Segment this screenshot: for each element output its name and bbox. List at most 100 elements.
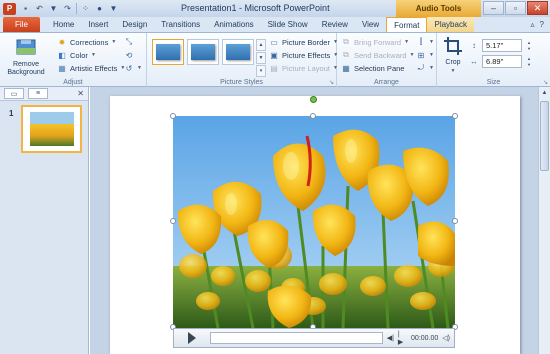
group-icon: ⊞ bbox=[417, 50, 425, 60]
bring-forward-button[interactable]: ⧉ Bring Forward ▼ bbox=[341, 37, 409, 47]
quick-access-toolbar: ▪ ↶ ▼ ↷ ⁘ ● ▼ bbox=[20, 3, 119, 14]
change-picture-button[interactable]: ⟲ bbox=[124, 50, 134, 60]
picture-style-3[interactable] bbox=[222, 39, 254, 65]
slide-thumbnail[interactable] bbox=[21, 105, 82, 153]
tab-slide-show[interactable]: Slide Show bbox=[261, 17, 315, 32]
send-backward-icon: ⧉ bbox=[343, 50, 349, 59]
picture-style-1[interactable] bbox=[152, 39, 184, 65]
help-icon[interactable]: ? bbox=[540, 20, 544, 29]
height-input[interactable]: 5.17" bbox=[482, 39, 522, 52]
outline-tab-icon[interactable]: ≡ bbox=[28, 88, 48, 99]
media-time: 00:00.00 bbox=[411, 334, 439, 342]
skip-forward-icon[interactable]: |▶ bbox=[398, 331, 405, 346]
group-arrange: ⧉ Bring Forward ▼ ⧉ Send Backward ▼ ▦ Se… bbox=[337, 33, 437, 87]
tab-animations[interactable]: Animations bbox=[207, 17, 261, 32]
undo-dropdown-icon[interactable]: ▼ bbox=[48, 3, 59, 14]
seek-bar[interactable] bbox=[210, 332, 383, 344]
resize-handle-right[interactable] bbox=[452, 218, 458, 224]
powerpoint-icon[interactable]: P bbox=[3, 2, 16, 15]
tab-review[interactable]: Review bbox=[315, 17, 355, 32]
height-spinner[interactable]: ▲ ▼ bbox=[525, 39, 533, 52]
align-button[interactable]: ⫿ ▼ bbox=[416, 37, 434, 47]
play-icon[interactable] bbox=[188, 332, 196, 344]
dialog-launcher-icon[interactable]: ↘ bbox=[329, 79, 334, 86]
save-icon[interactable]: ▪ bbox=[20, 3, 31, 14]
picture-layout-button[interactable]: ▤ Picture Layout ▼ bbox=[269, 63, 338, 73]
record-icon[interactable]: ● bbox=[94, 3, 105, 14]
slides-tab-icon[interactable]: ▭ bbox=[4, 88, 24, 99]
tab-design[interactable]: Design bbox=[115, 17, 154, 32]
chevron-down-icon: ▼ bbox=[450, 68, 456, 74]
tulip-picture[interactable] bbox=[173, 116, 455, 328]
media-controls: ◀| |▶ 00:00.00 ◁) bbox=[173, 328, 455, 348]
tab-playback[interactable]: Playback bbox=[427, 17, 474, 32]
close-icon[interactable]: ✕ bbox=[527, 1, 548, 15]
redo-icon[interactable]: ↷ bbox=[62, 3, 73, 14]
minimize-icon[interactable]: – bbox=[483, 1, 504, 15]
group-label-arrange: Arrange bbox=[374, 79, 399, 86]
skip-back-icon[interactable]: ◀| bbox=[387, 334, 394, 342]
corrections-button[interactable]: ✹ Corrections ▼ bbox=[57, 37, 117, 47]
color-button[interactable]: ◧ Color ▼ bbox=[57, 50, 96, 60]
gallery-scroll: ▲ ▼ ▾ bbox=[256, 39, 266, 77]
picture-effects-label: Picture Effects bbox=[282, 50, 331, 60]
selection-pane-button[interactable]: ▦ Selection Pane bbox=[341, 63, 404, 73]
picture-border-label: Picture Border bbox=[282, 37, 330, 47]
title-bar: P ▪ ↶ ▼ ↷ ⁘ ● ▼ Presentation1 - Microsof… bbox=[0, 0, 550, 17]
chevron-down-icon: ▼ bbox=[429, 65, 434, 71]
width-spinner[interactable]: ▲ ▼ bbox=[525, 55, 533, 68]
width-input[interactable]: 6.89" bbox=[482, 55, 522, 68]
customize-toolbar-icon[interactable]: ▼ bbox=[108, 3, 119, 14]
tab-format[interactable]: Format bbox=[386, 17, 428, 32]
tulip-image bbox=[173, 116, 455, 328]
undo-icon[interactable]: ↶ bbox=[34, 3, 45, 14]
group-label-adjust: Adjust bbox=[63, 79, 83, 86]
resize-handle-top[interactable] bbox=[310, 113, 316, 119]
scroll-up-icon[interactable]: ▲ bbox=[539, 87, 550, 99]
picture-border-button[interactable]: ▭ Picture Border ▼ bbox=[269, 37, 338, 47]
close-panel-icon[interactable]: ✕ bbox=[77, 89, 84, 98]
slides-panel: ▭ ≡ ✕ 1 bbox=[0, 87, 89, 354]
picture-effects-button[interactable]: ▣ Picture Effects ▼ bbox=[269, 50, 338, 60]
group-objects-button[interactable]: ⊞ ▼ bbox=[416, 50, 434, 60]
maximize-icon[interactable]: ▫ bbox=[505, 1, 526, 15]
ribbon-tabs: File Home Insert Design Transitions Anim… bbox=[0, 17, 550, 33]
tab-transitions[interactable]: Transitions bbox=[154, 17, 207, 32]
artistic-effects-icon: ▦ bbox=[58, 63, 66, 73]
size-dialog-launcher-icon[interactable]: ↘ bbox=[543, 79, 548, 86]
minimize-ribbon-icon[interactable]: ▵ bbox=[531, 20, 535, 29]
picture-border-icon: ▭ bbox=[270, 37, 278, 47]
crop-button[interactable]: Crop ▼ bbox=[440, 36, 466, 75]
chevron-down-icon: ▼ bbox=[429, 39, 434, 45]
resize-handle-top-left[interactable] bbox=[170, 113, 176, 119]
slideshow-icon[interactable]: ⁘ bbox=[80, 3, 91, 14]
gallery-more-icon[interactable]: ▾ bbox=[256, 65, 266, 77]
tab-home[interactable]: Home bbox=[46, 17, 81, 32]
volume-icon[interactable]: ◁) bbox=[442, 334, 450, 342]
remove-background-button[interactable]: Remove Background bbox=[4, 36, 48, 77]
reset-picture-button[interactable]: ↺ ▼ bbox=[124, 63, 142, 73]
window-title: Presentation1 - Microsoft PowerPoint bbox=[181, 3, 330, 13]
resize-handle-left[interactable] bbox=[170, 218, 176, 224]
tab-file[interactable]: File bbox=[3, 17, 40, 32]
resize-handle-top-right[interactable] bbox=[452, 113, 458, 119]
picture-effects-icon: ▣ bbox=[270, 50, 278, 60]
picture-style-2[interactable] bbox=[187, 39, 219, 65]
group-picture-styles: ▲ ▼ ▾ ▭ Picture Border ▼ ▣ Picture Effec… bbox=[147, 33, 338, 87]
shape-width-icon: ↔ bbox=[470, 57, 478, 66]
rotate-button[interactable]: ⤾ ▼ bbox=[416, 63, 434, 73]
vertical-scrollbar[interactable]: ▲ bbox=[538, 87, 550, 354]
height-control: ↕ 5.17" ▲ ▼ bbox=[469, 39, 533, 52]
send-backward-label: Send Backward bbox=[354, 50, 407, 60]
send-backward-button[interactable]: ⧉ Send Backward ▼ bbox=[341, 50, 414, 60]
tab-insert[interactable]: Insert bbox=[81, 17, 115, 32]
compress-pictures-button[interactable]: ⤡ bbox=[124, 37, 134, 47]
tab-view[interactable]: View bbox=[355, 17, 386, 32]
gallery-up-icon[interactable]: ▲ bbox=[256, 39, 266, 51]
artistic-effects-button[interactable]: ▦ Artistic Effects ▼ bbox=[57, 63, 125, 73]
scroll-thumb[interactable] bbox=[540, 101, 549, 171]
rotation-handle[interactable] bbox=[310, 96, 317, 103]
change-picture-icon: ⟲ bbox=[125, 50, 133, 60]
chevron-down-icon: ▼ bbox=[409, 52, 415, 58]
gallery-down-icon[interactable]: ▼ bbox=[256, 52, 266, 64]
